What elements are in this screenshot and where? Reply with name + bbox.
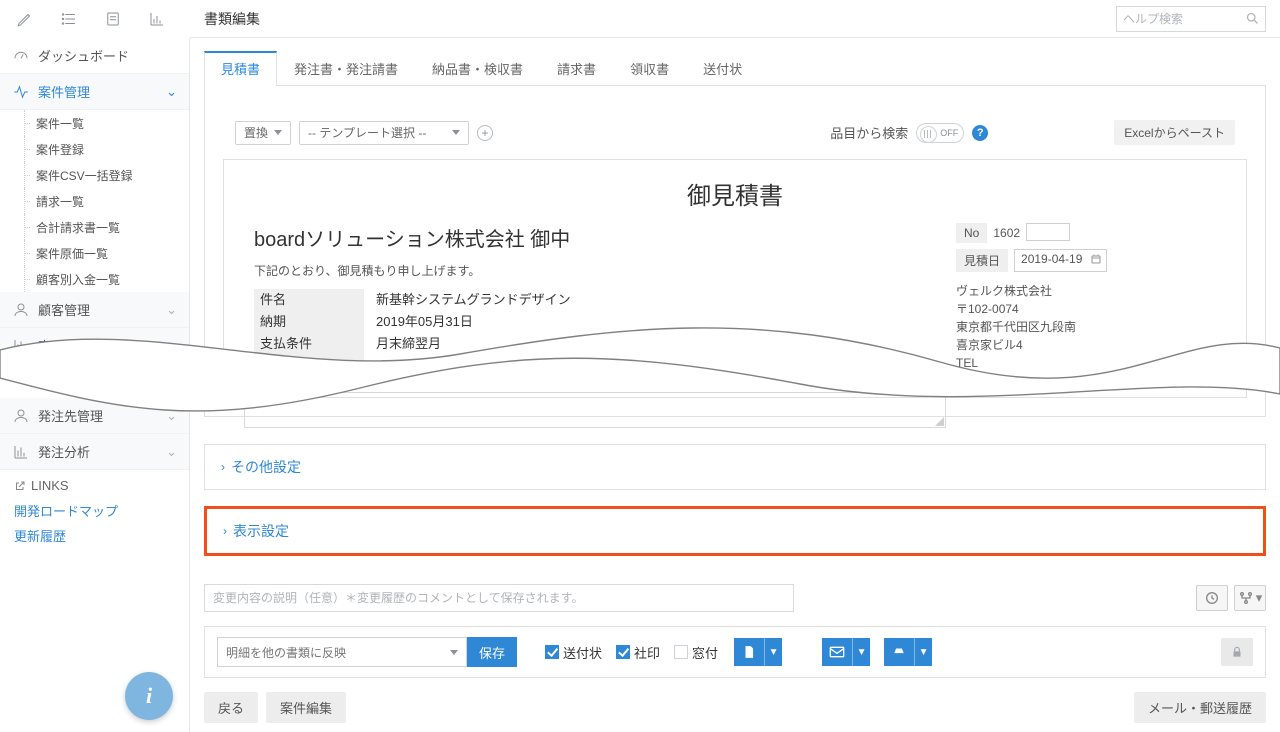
client-name: boardソリューション株式会社 御中 [254, 223, 916, 252]
date-input[interactable]: 2019-04-19 [1014, 249, 1107, 272]
nav-haccyu-ana[interactable]: 発注分析 ⌄ [0, 434, 189, 470]
nav-haccyu-mgmt-label: 発注先管理 [38, 406, 103, 425]
sub-anken-1[interactable]: 案件登録 [0, 136, 189, 162]
tab-order[interactable]: 発注書・発注請書 [277, 51, 415, 86]
company-name: ヴェルク株式会社 [956, 282, 1216, 300]
lock-button[interactable] [1221, 638, 1253, 666]
chevron-down-icon: ⌄ [166, 338, 177, 354]
label-expiry: 有効期限 [254, 355, 364, 377]
sub-anken-6[interactable]: 顧客別入金一覧 [0, 266, 189, 292]
change-comment-input[interactable] [204, 584, 794, 612]
document-title: 御見積書 [224, 160, 1246, 223]
sub-anken-4[interactable]: 合計請求書一覧 [0, 214, 189, 240]
sub-anken-5[interactable]: 案件原価一覧 [0, 240, 189, 266]
download-split-button[interactable]: ▼ [734, 638, 782, 666]
help-search-input[interactable] [1116, 6, 1266, 32]
item-search-toggle[interactable]: OFF [916, 123, 964, 143]
chevron-down-icon: ⌄ [166, 302, 177, 318]
chk-seal[interactable]: 社印 [616, 643, 660, 662]
nav-dashboard-label: ダッシュボード [38, 46, 129, 65]
value-due: 2019年05月31日 [364, 311, 473, 333]
no-suffix-input[interactable] [1026, 223, 1070, 241]
search-icon [1245, 11, 1260, 26]
add-button[interactable]: + [477, 125, 493, 141]
value-terms: 月末締翌月 [364, 333, 441, 355]
chevron-down-icon: ⌄ [166, 444, 177, 460]
excel-paste-button[interactable]: Excelからペースト [1114, 120, 1235, 145]
template-select[interactable]: -- テンプレート選択 -- [299, 121, 469, 145]
calendar-icon [1090, 253, 1102, 265]
link-roadmap[interactable]: 開発ロードマップ [14, 501, 175, 520]
company-tel: TEL [956, 354, 1216, 372]
nav-anken-label: 案件管理 [38, 82, 90, 101]
caret-down-icon [274, 130, 282, 135]
other-settings-toggle[interactable]: › その他設定 [204, 444, 1266, 490]
info-fab[interactable]: i [125, 672, 173, 720]
value-subject: 新基幹システムグランドデザイン [364, 289, 571, 311]
tab-cover[interactable]: 送付状 [686, 51, 759, 86]
notes-textarea[interactable] [244, 392, 946, 428]
pencil-icon[interactable] [16, 10, 34, 28]
label-subject: 件名 [254, 289, 364, 311]
caret-down-icon [450, 650, 458, 655]
document-tabs: 見積書 発注書・発注請書 納品書・検収書 請求書 領収書 送付状 [204, 50, 1266, 86]
tab-receipt[interactable]: 領収書 [613, 51, 686, 86]
checkbox-icon [616, 645, 630, 659]
no-value: 1602 [993, 223, 1020, 243]
sub-anken-3[interactable]: 請求一覧 [0, 188, 189, 214]
greeting-text: 下記のとおり、御見積もり申し上げます。 [254, 262, 916, 279]
nav-dashboard[interactable]: ダッシュボード [0, 38, 189, 74]
checkbox-icon [545, 645, 559, 659]
links-title: LINKS [14, 478, 175, 493]
history-button[interactable] [1196, 585, 1228, 611]
chk-window[interactable]: 窓付 [674, 643, 718, 662]
caret-down-icon [452, 130, 460, 135]
nav-customer-label: 顧客管理 [38, 300, 90, 319]
chart-icon[interactable] [148, 10, 166, 28]
sub-anken-0[interactable]: 案件一覧 [0, 110, 189, 136]
help-icon[interactable]: ? [972, 125, 988, 141]
branch-button[interactable]: ▾ [1234, 585, 1266, 611]
chevron-down-icon: ⌄ [166, 84, 177, 100]
mail-split-button[interactable]: ▼ [822, 638, 870, 666]
date-label: 見積日 [956, 249, 1008, 272]
chevron-right-icon: › [221, 460, 225, 474]
chevron-down-icon: ⌄ [166, 408, 177, 424]
label-due: 納期 [254, 311, 364, 333]
list-icon[interactable] [60, 10, 78, 28]
nav-anken[interactable]: 案件管理 ⌄ [0, 74, 189, 110]
company-addr1: 東京都千代田区九段南 [956, 318, 1216, 336]
nav-sales-label: 売上分析 [38, 336, 90, 355]
back-button[interactable]: 戻る [204, 692, 258, 723]
nav-haccyu-mgmt[interactable]: 発注先管理 ⌄ [0, 398, 189, 434]
chk-cover[interactable]: 送付状 [545, 643, 602, 662]
nav-sales[interactable]: 売上分析 ⌄ [0, 328, 189, 364]
sub-anken-2[interactable]: 案件CSV一括登録 [0, 162, 189, 188]
company-addr2: 喜京家ビル4 [956, 336, 1216, 354]
edit-case-button[interactable]: 案件編集 [266, 692, 346, 723]
print-split-button[interactable]: ▼ [884, 638, 932, 666]
replace-dropdown[interactable]: 置換 [235, 121, 291, 145]
nav-customer[interactable]: 顧客管理 ⌄ [0, 292, 189, 328]
chevron-right-icon: › [223, 524, 227, 538]
nav-haccyu-ana-label: 発注分析 [38, 442, 90, 461]
checkbox-icon [674, 645, 688, 659]
label-terms: 支払条件 [254, 333, 364, 355]
display-settings-toggle[interactable]: › 表示設定 [204, 506, 1266, 556]
value-expiry [364, 355, 376, 377]
item-search-label: 品目から検索 [830, 123, 908, 142]
tab-estimate[interactable]: 見積書 [204, 51, 277, 86]
page-title: 書類編集 [204, 9, 260, 29]
document-icon[interactable] [104, 10, 122, 28]
no-label: No [956, 223, 987, 243]
toggle-handle-icon [924, 130, 931, 138]
company-zip: 〒102-0074 [956, 300, 1216, 318]
save-button[interactable]: 保存 [467, 637, 517, 667]
tab-invoice[interactable]: 請求書 [540, 51, 613, 86]
link-history[interactable]: 更新履歴 [14, 526, 175, 545]
tab-delivery[interactable]: 納品書・検収書 [415, 51, 540, 86]
mail-history-button[interactable]: メール・郵送履歴 [1134, 692, 1266, 723]
reflect-select[interactable]: 明細を他の書類に反映 [217, 637, 467, 667]
